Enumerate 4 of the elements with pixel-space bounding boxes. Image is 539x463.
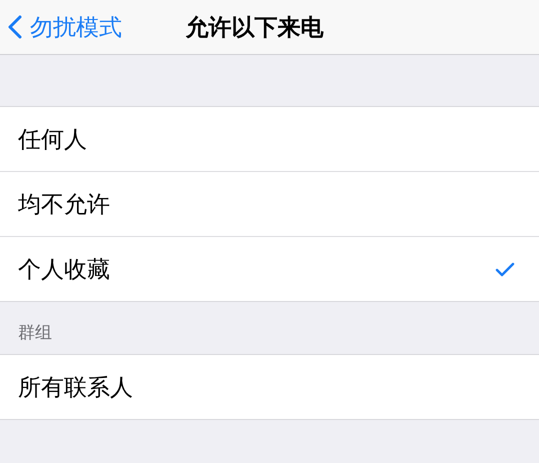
page-title: 允许以下来电 [186, 14, 324, 42]
back-button[interactable]: 勿扰模式 [0, 12, 122, 42]
chevron-left-icon [8, 15, 22, 39]
section-header: 群组 [17, 322, 52, 345]
